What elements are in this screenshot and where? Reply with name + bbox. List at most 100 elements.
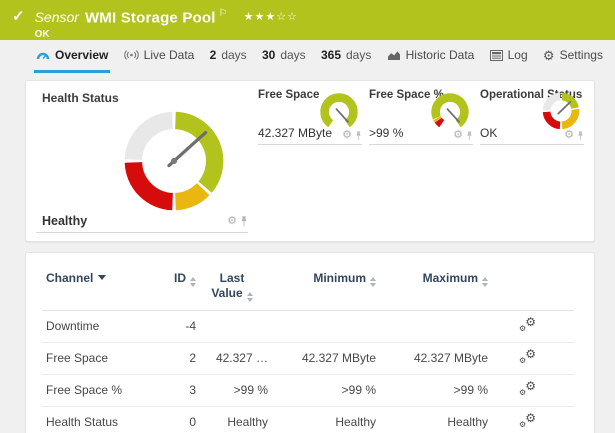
tab-label: Overview xyxy=(55,48,109,62)
star-empty-icons: ☆☆ xyxy=(276,11,298,24)
prtg-sensor-page: ✓ Sensor WMI Storage Pool ⚐ ★★★☆☆ OK Overvi… xyxy=(0,0,615,433)
table-row-free-space[interactable]: Free Space 2 42.327 … 42.327 MByte 42.32… xyxy=(42,342,574,375)
priority-stars[interactable]: ★★★☆☆ xyxy=(244,11,298,23)
pin-icon[interactable] xyxy=(355,130,362,141)
channel-maximum xyxy=(376,310,488,343)
tab-settings[interactable]: ⚙ Settings xyxy=(541,40,605,73)
channel-name[interactable]: Downtime xyxy=(42,310,160,343)
gear-icon[interactable]: ⚙ xyxy=(564,130,574,141)
log-icon xyxy=(489,49,503,61)
tab-number: 365 xyxy=(320,48,341,62)
table-row-downtime[interactable]: Downtime -4 ⚙ ⚙ xyxy=(42,310,574,343)
star-filled-icons: ★★★ xyxy=(243,11,277,24)
tab-label: Settings xyxy=(559,48,603,62)
sensor-status-text: OK xyxy=(34,29,50,41)
free-space-value: 42.327 MByte xyxy=(258,126,333,140)
pin-icon[interactable] xyxy=(240,215,248,227)
channel-name[interactable]: Free Space % xyxy=(42,374,160,407)
channel-minimum: >99 % xyxy=(268,374,376,407)
channel-minimum: 42.327 MByte xyxy=(268,342,376,375)
column-header-settings xyxy=(488,267,574,311)
operational-status-gauge xyxy=(542,92,580,130)
pin-icon[interactable] xyxy=(466,130,473,141)
sort-desc-icon xyxy=(98,275,107,280)
status-ok-check-icon: ✓ xyxy=(12,8,25,25)
channel-id: 3 xyxy=(160,374,196,407)
table-header-row: Channel ID Last Value Minimum Maximum xyxy=(42,267,574,311)
channel-name[interactable]: Free Space xyxy=(42,342,160,375)
sort-icon xyxy=(370,277,376,287)
overview-content: Health Status Healthy ⚙ Free Space 42.32… xyxy=(0,73,615,433)
gauges-card: Health Status Healthy ⚙ Free Space 42.32… xyxy=(25,80,595,242)
gear-icon[interactable]: ⚙ xyxy=(342,130,352,141)
column-header-maximum[interactable]: Maximum xyxy=(376,267,488,311)
channel-last-value xyxy=(196,310,268,343)
channel-minimum: Healthy xyxy=(268,406,376,433)
channel-settings-icon[interactable]: ⚙ ⚙ xyxy=(519,348,536,365)
tab-historic-data[interactable]: Historic Data xyxy=(385,40,477,73)
tab-label: days xyxy=(221,48,247,62)
sort-icon xyxy=(190,277,196,287)
pin-icon[interactable] xyxy=(577,130,584,141)
channel-maximum: Healthy xyxy=(376,406,488,433)
tab-30-days[interactable]: 30 days xyxy=(260,40,308,73)
health-status-value: Healthy xyxy=(42,214,88,228)
tab-label: Live Data xyxy=(143,48,195,62)
operational-status-value: OK xyxy=(480,126,498,140)
sort-icon xyxy=(246,292,253,302)
gauge-icon xyxy=(36,52,50,59)
live-data-icon xyxy=(123,50,139,60)
channel-last-value: Healthy xyxy=(196,406,268,433)
channel-name[interactable]: Health Status xyxy=(42,406,160,433)
tab-2-days[interactable]: 2 days xyxy=(208,40,249,73)
object-kind-label: Sensor xyxy=(34,9,79,26)
gear-icon: ⚙ xyxy=(542,47,555,63)
sensor-header-text: Sensor WMI Storage Pool ⚐ ★★★☆☆ OK xyxy=(35,5,298,40)
channel-last-value: 42.327 … xyxy=(196,342,268,375)
tab-overview[interactable]: Overview xyxy=(34,40,111,73)
channel-last-value: >99 % xyxy=(196,374,268,407)
tab-log[interactable]: Log xyxy=(488,40,530,73)
tab-label: days xyxy=(346,48,372,62)
sensor-title: WMI Storage Pool xyxy=(84,9,216,27)
tab-label: Log xyxy=(507,48,528,62)
channels-card: Channel ID Last Value Minimum Maximum Do… xyxy=(25,252,595,433)
sensor-tabbar: Overview Live Data 2 days 30 days 365 days … xyxy=(0,40,615,73)
tab-number: 2 xyxy=(209,48,217,62)
channel-settings-icon[interactable]: ⚙ ⚙ xyxy=(519,412,536,429)
table-row-free-space-pct[interactable]: Free Space % 3 >99 % >99 % >99 % ⚙ ⚙ xyxy=(42,374,574,407)
channel-maximum: >99 % xyxy=(376,374,488,407)
tab-live-data[interactable]: Live Data xyxy=(122,40,197,73)
channel-table: Channel ID Last Value Minimum Maximum Do… xyxy=(42,267,574,433)
health-status-gauge xyxy=(124,111,224,211)
gear-icon[interactable]: ⚙ xyxy=(453,130,463,141)
column-header-minimum[interactable]: Minimum xyxy=(268,267,376,311)
tab-number: 30 xyxy=(261,48,276,62)
free-space-pct-gauge xyxy=(431,93,469,128)
sensor-header: ✓ Sensor WMI Storage Pool ⚐ ★★★☆☆ OK xyxy=(0,0,615,40)
mini-gauge-tiles: Free Space 42.327 MByte ⚙ Free Space % >… xyxy=(258,89,584,233)
flag-icon[interactable]: ⚐ xyxy=(219,8,228,19)
health-status-panel: Health Status Healthy ⚙ xyxy=(36,89,248,233)
free-space-pct-value: >99 % xyxy=(369,126,404,140)
channel-id: 2 xyxy=(160,342,196,375)
tab-label: Historic Data xyxy=(405,48,475,62)
channel-maximum: 42.327 MByte xyxy=(376,342,488,375)
tab-365-days[interactable]: 365 days xyxy=(319,40,373,73)
table-row-health-status[interactable]: Health Status 0 Healthy Healthy Healthy … xyxy=(42,406,574,433)
channel-settings-icon[interactable]: ⚙ ⚙ xyxy=(519,316,536,333)
column-header-id[interactable]: ID xyxy=(160,267,196,311)
tab-label: days xyxy=(280,48,306,62)
gear-icon[interactable]: ⚙ xyxy=(227,215,237,227)
free-space-pct-tile: Free Space % >99 % ⚙ xyxy=(369,89,473,145)
sort-icon xyxy=(482,277,488,287)
column-header-channel[interactable]: Channel xyxy=(42,267,160,311)
channel-id: -4 xyxy=(160,310,196,343)
operational-status-tile: Operational Status OK ⚙ xyxy=(480,89,584,145)
channel-minimum xyxy=(268,310,376,343)
area-chart-icon xyxy=(387,50,400,60)
free-space-tile: Free Space 42.327 MByte ⚙ xyxy=(258,89,362,145)
channel-settings-icon[interactable]: ⚙ ⚙ xyxy=(519,380,536,397)
column-header-last-value[interactable]: Last Value xyxy=(196,267,268,311)
channel-id: 0 xyxy=(160,406,196,433)
